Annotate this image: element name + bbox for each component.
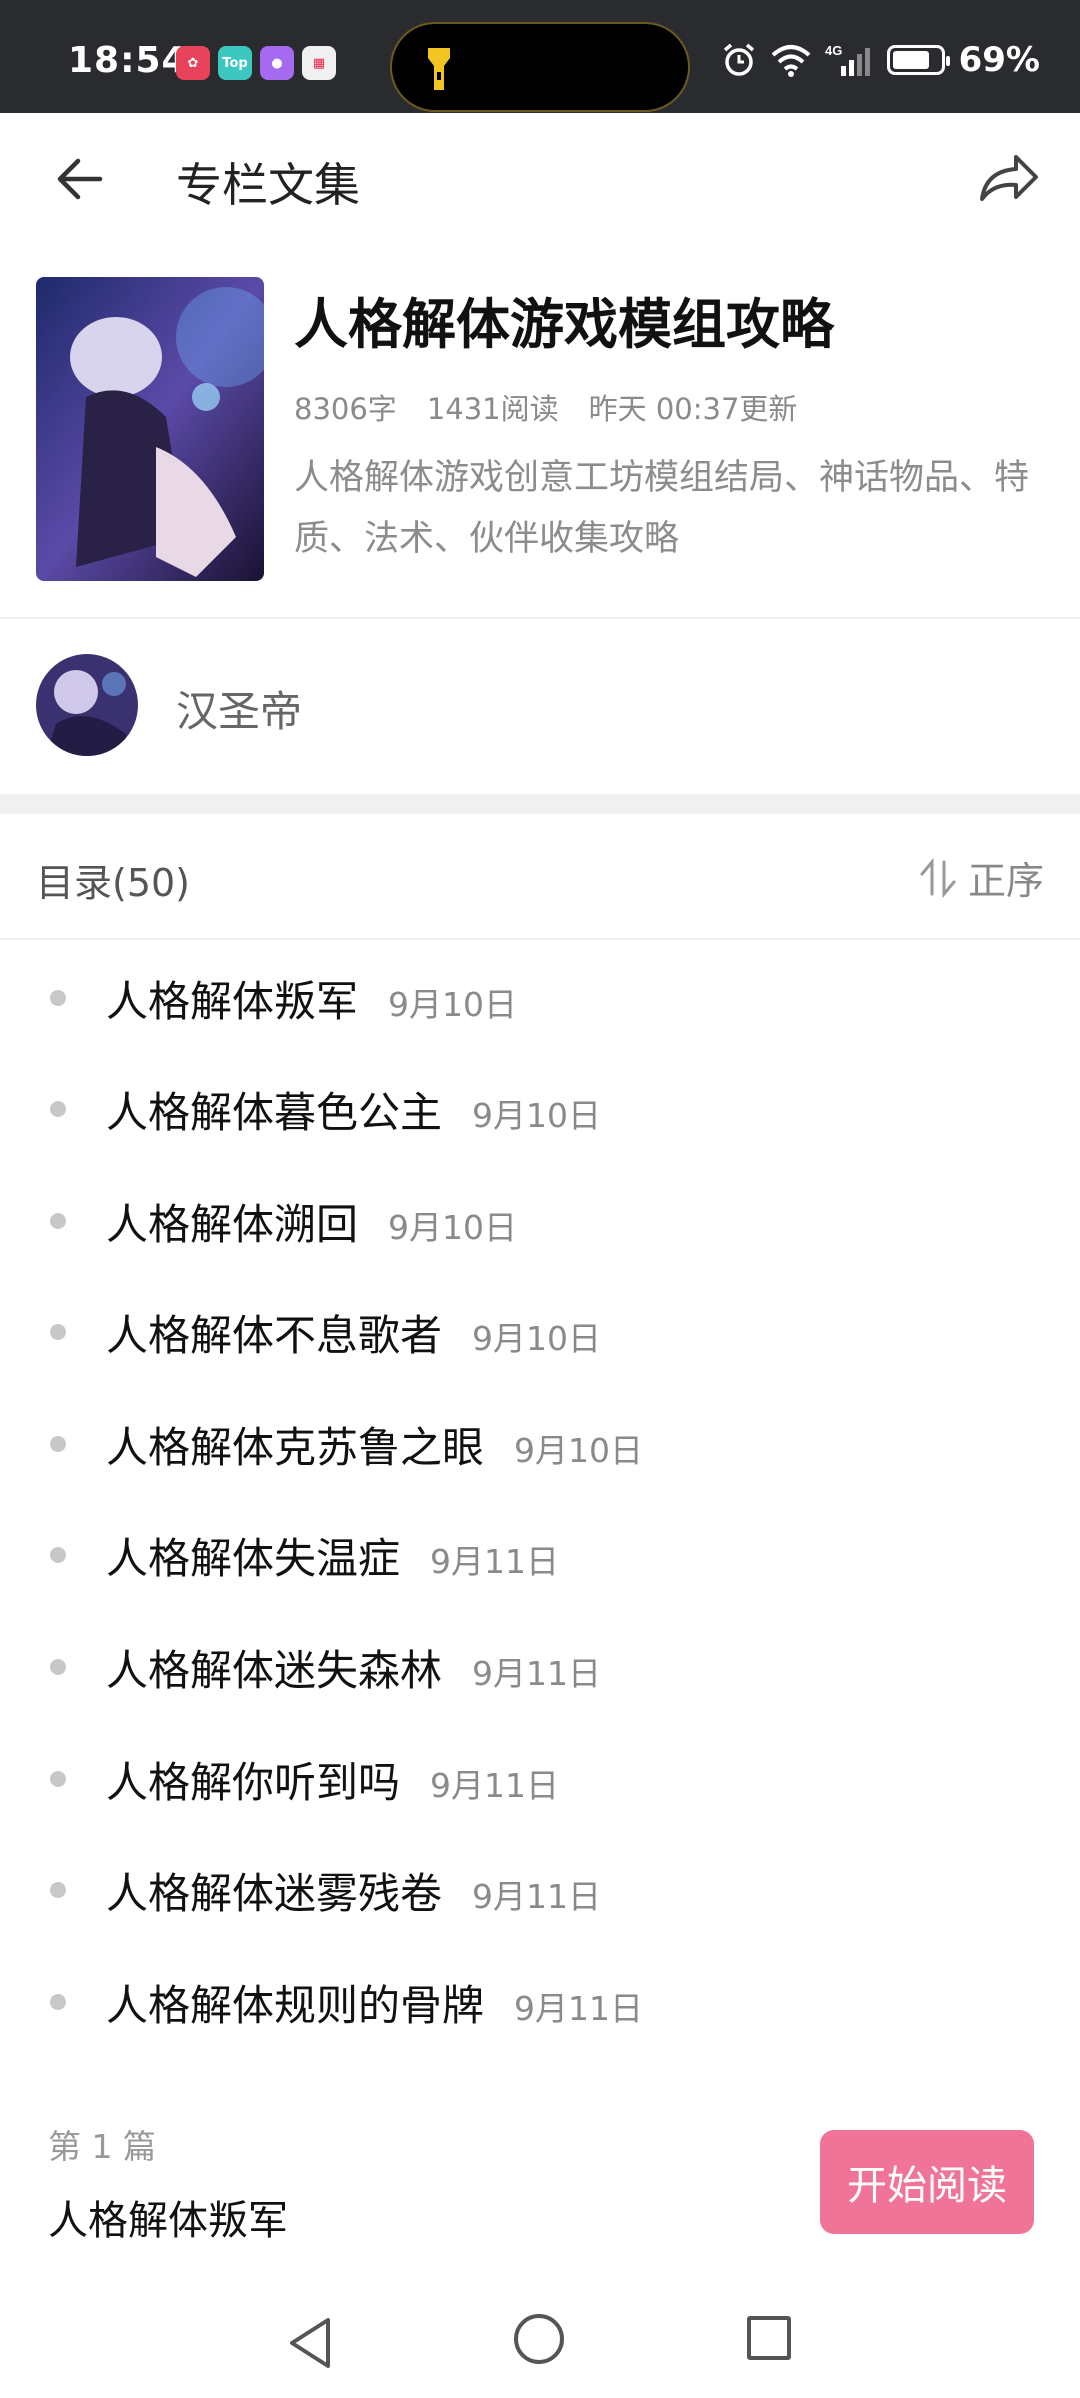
read-count: 1431阅读 [426,392,559,426]
status-app-icons: ✿ Top ● ▦ [176,46,336,80]
toc-item[interactable]: 人格解体失温症 9月11日 [0,1515,1080,1595]
toc-count-label: 目录(50) [36,861,191,905]
divider [0,938,1080,940]
toc-item[interactable]: 人格解体规则的骨牌 9月11日 [0,1962,1080,2042]
toc-item-title: 人格解体规则的骨牌 [106,1980,485,2030]
reading-bar: 第 1 篇 人格解体叛军 开始阅读 [0,2100,1080,2260]
bullet-dot-icon [50,1771,66,1787]
toc-item-date: 9月10日 [514,1430,644,1470]
bullet-dot-icon [50,1882,66,1898]
toc-item-title: 人格解体迷失森林 [106,1645,443,1695]
toc-item-date: 9月10日 [388,1207,518,1247]
toc-item-title: 人格解你听到吗 [106,1757,401,1807]
toc-item-title: 人格解体克苏鲁之眼 [106,1422,485,1472]
cover-art [36,277,264,581]
collection-meta: 8306字 1431阅读 昨天 00:37更新 [294,386,797,428]
network-type-label: 4G [825,43,842,58]
system-nav-bar [0,2290,1080,2398]
toc-item-date: 9月11日 [472,1876,602,1916]
toc-item-date: 9月10日 [472,1318,602,1358]
toc-item-date: 9月11日 [430,1765,560,1805]
toc-item-title: 人格解体溯回 [106,1199,359,1249]
bubble-app-icon: ● [260,46,294,80]
battery-percent: 69% [958,40,1040,80]
toc-item[interactable]: 人格解体迷雾残卷 9月11日 [0,1850,1080,1930]
sort-order-button[interactable]: 正序 [918,850,1044,905]
signal-4g-icon: 4G [825,43,870,76]
toc-item[interactable]: 人格解体叛军 9月10日 [0,958,1080,1038]
bullet-dot-icon [50,1547,66,1563]
wifi-icon [771,45,810,77]
current-part-label: 第 1 篇 [48,2127,156,2166]
camera-pill [390,22,690,112]
author-name[interactable]: 汉圣帝 [176,678,302,739]
calendar-app-icon: ▦ [302,46,336,80]
toc-item[interactable]: 人格解体不息歌者 9月10日 [0,1292,1080,1372]
toc-item[interactable]: 人格解体克苏鲁之眼 9月10日 [0,1404,1080,1484]
toc-item-date: 9月10日 [472,1095,602,1135]
section-separator [0,794,1080,814]
page-title: 专栏文集 [176,158,360,212]
start-reading-button[interactable]: 开始阅读 [820,2130,1034,2234]
word-count: 8306字 [294,392,397,426]
nav-home-icon[interactable] [514,2314,564,2364]
toc-item[interactable]: 人格解体暮色公主 9月10日 [0,1069,1080,1149]
status-time: 18:54 [68,40,188,81]
status-indicators: 4G 69% [721,40,1040,80]
toc-item[interactable]: 人格解体迷失森林 9月11日 [0,1627,1080,1707]
flower-app-icon: ✿ [176,46,210,80]
bullet-dot-icon [50,1213,66,1229]
top-app-icon: Top [218,46,252,80]
toc-item-title: 人格解体迷雾残卷 [106,1868,443,1918]
avatar-art [36,654,138,756]
toc-item-title: 人格解体叛军 [106,976,359,1026]
bullet-dot-icon [50,1436,66,1452]
collection-cover-image[interactable] [36,277,264,581]
back-arrow-icon[interactable] [50,149,110,209]
toc-item-title: 人格解体不息歌者 [106,1310,443,1360]
collection-description: 人格解体游戏创意工坊模组结局、神话物品、特质、法术、伙伴收集攻略 [294,458,1030,559]
toc-item-date: 9月10日 [388,984,518,1024]
sort-order-label: 正序 [967,859,1044,903]
nav-back-icon[interactable] [286,2316,336,2370]
toc-item-title: 人格解体暮色公主 [106,1087,443,1137]
collection-title: 人格解体游戏模组攻略 [294,293,834,356]
divider [0,617,1080,619]
toc-item[interactable]: 人格解你听到吗 9月11日 [0,1739,1080,1819]
top-app-bar: 专栏文集 [0,113,1080,245]
toc-item-date: 9月11日 [472,1653,602,1693]
sort-arrows-icon [920,857,956,898]
current-part-title[interactable]: 人格解体叛军 [48,2188,288,2246]
share-icon[interactable] [976,145,1042,211]
bullet-dot-icon [50,1101,66,1117]
alarm-icon [723,43,754,76]
bullet-dot-icon [50,1994,66,2010]
battery-icon [886,45,950,75]
toc-item-title: 人格解体失温症 [106,1533,401,1583]
status-bar: 18:54 ✿ Top ● ▦ 4G 69% [0,0,1080,113]
bullet-dot-icon [50,1659,66,1675]
toc-item[interactable]: 人格解体溯回 9月10日 [0,1181,1080,1261]
toc-item-date: 9月11日 [514,1988,644,2028]
author-avatar[interactable] [36,654,138,756]
bullet-dot-icon [50,1324,66,1340]
flashlight-icon [428,48,450,90]
bullet-dot-icon [50,990,66,1006]
update-time: 昨天 00:37更新 [588,392,798,426]
toc-item-date: 9月11日 [430,1541,560,1581]
nav-recents-icon[interactable] [747,2316,791,2360]
